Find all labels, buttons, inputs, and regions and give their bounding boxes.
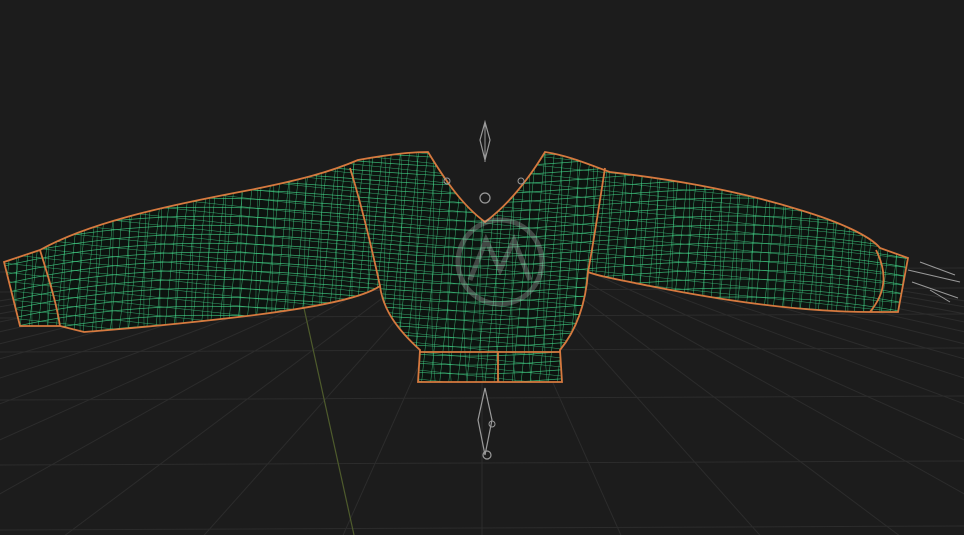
mesh-contour xyxy=(4,152,5,382)
rig-pivot-bottom-icon[interactable] xyxy=(477,387,496,460)
world-y-axis xyxy=(299,289,355,535)
mesh-contour xyxy=(4,170,908,200)
3d-viewport[interactable] xyxy=(0,0,964,535)
mesh-contour xyxy=(4,161,908,191)
mesh-contour xyxy=(944,140,948,390)
mesh-contour xyxy=(912,140,916,390)
rig-pivot-top-icon[interactable] xyxy=(479,119,491,162)
viewport-canvas[interactable] xyxy=(0,0,964,535)
mesh-contour xyxy=(4,152,908,182)
